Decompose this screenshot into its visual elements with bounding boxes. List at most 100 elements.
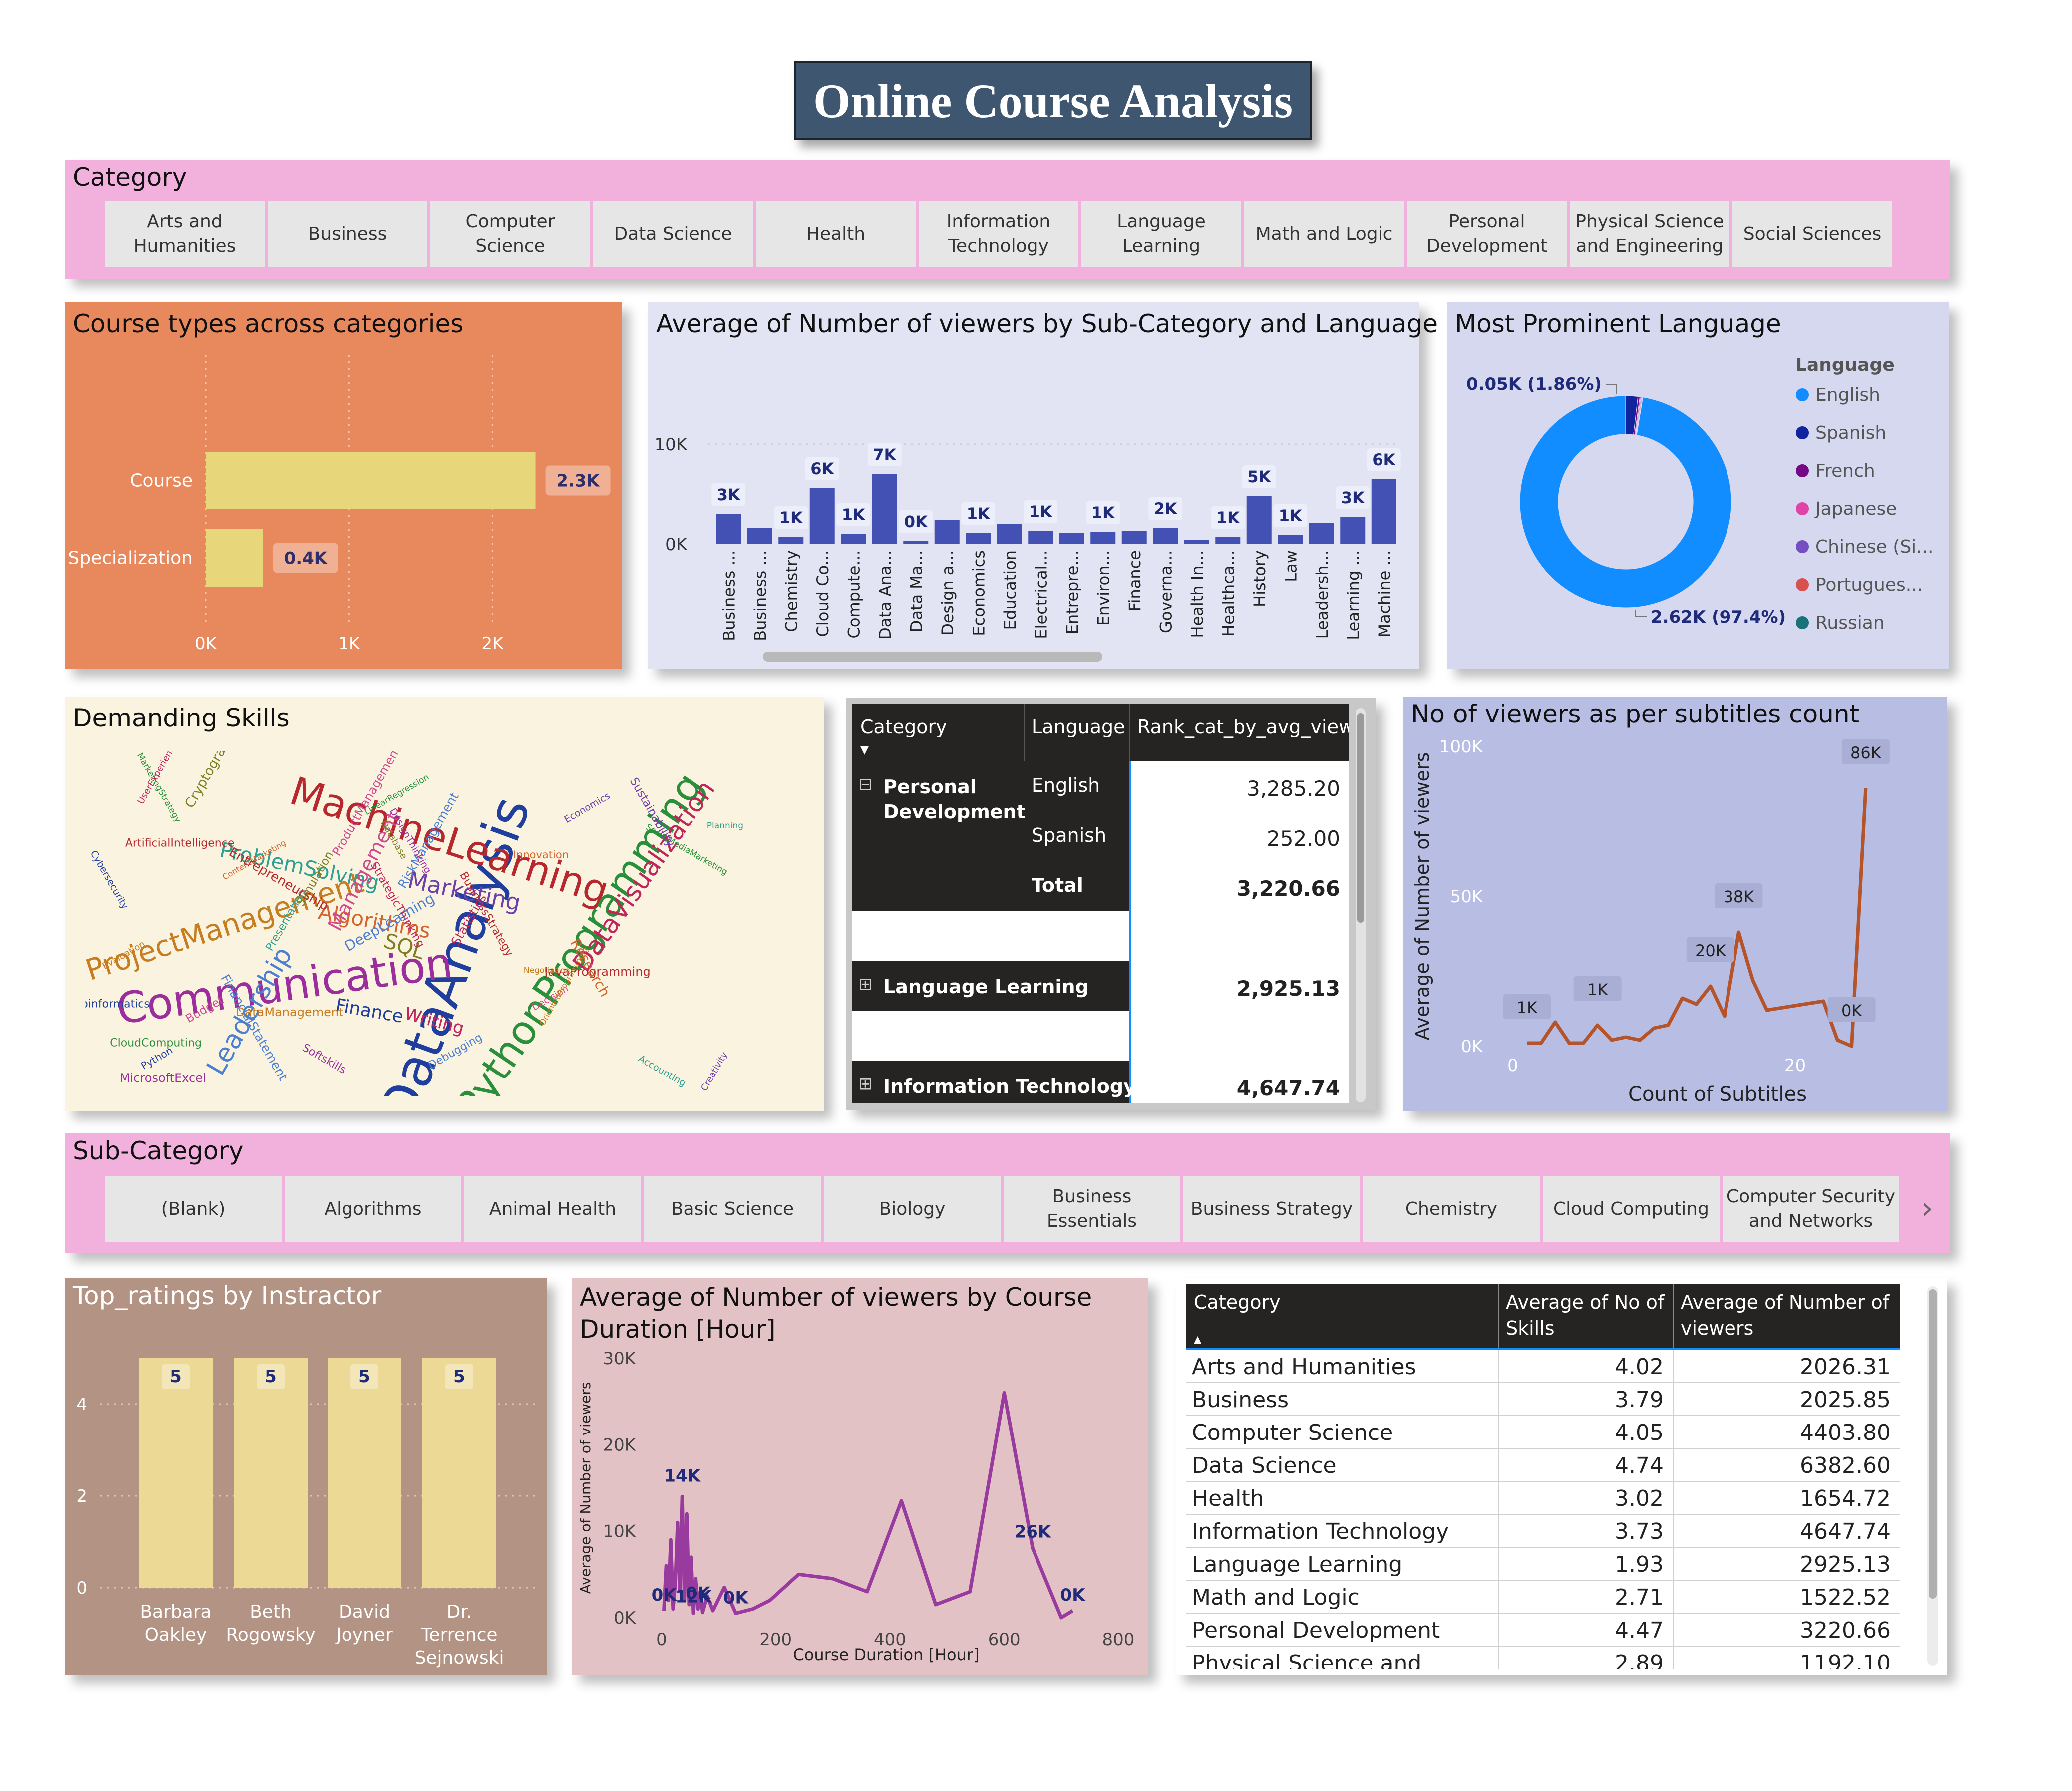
category-button-health[interactable]: Health (756, 201, 916, 267)
category-button-computer-science[interactable]: Computer Science (430, 201, 590, 267)
course-types-bar[interactable] (206, 452, 536, 509)
language-legend-marker (1796, 578, 1809, 591)
viewers-subcategory-bar[interactable] (997, 524, 1022, 544)
viewers-subcategory-bar[interactable] (966, 533, 991, 544)
category-button-language-learning[interactable]: Language Learning (1081, 201, 1241, 267)
subcategory-button-algorithms[interactable]: Algorithms (285, 1176, 461, 1242)
language-legend-item[interactable]: English (1815, 385, 1880, 405)
table-row[interactable]: Physical Science and 2.89 1192.10 (1186, 1647, 1900, 1669)
table-divider (1673, 1383, 1674, 1416)
subcategory-slicer-title: Sub-Category (73, 1136, 244, 1165)
viewers-subcategory-bar[interactable] (1153, 528, 1178, 544)
language-legend-item[interactable]: Spanish (1815, 423, 1886, 443)
language-legend-item[interactable]: French (1815, 461, 1875, 481)
subcategory-button-basic-science[interactable]: Basic Science (644, 1176, 821, 1242)
category-button-business[interactable]: Business (268, 201, 427, 267)
language-legend-item[interactable]: Russian (1815, 613, 1885, 633)
viewers-subcategory-data-label: 1K (1029, 502, 1053, 521)
viewers-subcategory-bar[interactable] (1059, 533, 1084, 544)
viewers-subcategory-bar[interactable] (1184, 540, 1209, 544)
duration-line[interactable] (662, 1391, 1074, 1620)
language-legend-item[interactable]: Chinese (Si... (1815, 537, 1934, 557)
subcategory-button-cloud-computing[interactable]: Cloud Computing (1543, 1176, 1720, 1242)
viewers-subcategory-bar[interactable] (1309, 523, 1334, 544)
category-button-arts-and-humanities[interactable]: Arts and Humanities (105, 201, 265, 267)
viewers-subcategory-bar[interactable] (1340, 517, 1366, 544)
subcategory-button-biology[interactable]: Biology (824, 1176, 1001, 1242)
viewers-subcategory-bar[interactable] (716, 514, 741, 544)
viewers-subcategory-bar[interactable] (1246, 496, 1272, 544)
viewers-subcategory-bar[interactable] (1278, 535, 1303, 544)
viewers-subcategory-bar[interactable] (872, 474, 897, 544)
category-button-math-and-logic[interactable]: Math and Logic (1244, 201, 1404, 267)
viewers-subcategory-bar[interactable] (778, 537, 804, 544)
viewers-subcategory-bar[interactable] (1371, 479, 1396, 544)
collapse-icon[interactable]: ⊟ (858, 774, 873, 794)
duration-line-chart: 0K10K20K30K0 200 400 600 800Course Duration … (577, 1349, 1134, 1664)
table-row[interactable]: Health 3.02 1654.72 (1186, 1482, 1900, 1515)
subcategory-button-blank[interactable]: (Blank) (105, 1176, 282, 1242)
subtitles-line[interactable] (1527, 788, 1868, 1048)
pivot-row[interactable]: Total 3,220.66 (852, 861, 1349, 911)
viewers-subcategory-bar[interactable] (903, 541, 929, 544)
table-row[interactable]: Arts and Humanities 4.02 2026.31 (1186, 1350, 1900, 1383)
table-row[interactable]: Personal Development 4.47 3220.66 (1186, 1614, 1900, 1647)
viewers-subcategory-data-label: 1K (1216, 508, 1240, 527)
language-legend-item[interactable]: Portugues... (1815, 575, 1923, 595)
pivot-row[interactable]: ⊞ Information Technology 4,647.74 (852, 1061, 1349, 1103)
language-legend-item[interactable]: Japanese (1814, 499, 1897, 519)
viewers-subcategory-bar[interactable] (1215, 537, 1241, 544)
viewers-subcategory-scrollbar[interactable] (763, 652, 1102, 662)
instructors-bar[interactable] (234, 1358, 308, 1588)
instructors-bar[interactable] (422, 1358, 496, 1588)
pivot-header-cell[interactable]: Category (860, 716, 947, 738)
table-category-cell: Information Technology (1192, 1519, 1449, 1544)
table-row[interactable]: Language Learning 1.93 2925.13 (1186, 1548, 1900, 1581)
language-legend-marker (1796, 540, 1809, 553)
subcategory-button-computer-security-and-networks[interactable]: Computer Security and Networks (1723, 1176, 1899, 1242)
pivot-row[interactable]: Spanish 252.00 (852, 811, 1349, 861)
viewers-subcategory-bar[interactable] (1028, 531, 1053, 544)
subcategory-button-chemistry[interactable]: Chemistry (1363, 1176, 1540, 1242)
viewers-subcategory-bar[interactable] (747, 528, 772, 544)
category-button-data-science[interactable]: Data Science (593, 201, 753, 267)
category-button-social-sciences[interactable]: Social Sciences (1732, 201, 1892, 267)
table-row[interactable]: Computer Science 4.05 4403.80 (1186, 1416, 1900, 1449)
chevron-right-icon[interactable]: › (1912, 1188, 1942, 1228)
subcategory-button-business-strategy[interactable]: Business Strategy (1183, 1176, 1360, 1242)
course-types-bar[interactable] (206, 529, 263, 587)
pivot-header-cell[interactable]: Rank_cat_by_avg_view (1137, 716, 1349, 738)
table-divider (1498, 1383, 1499, 1416)
subcategory-button-animal-health[interactable]: Animal Health (464, 1176, 641, 1242)
subtitles-ytick-label: 50K (1450, 887, 1483, 907)
table-row[interactable]: Business 3.79 2025.85 (1186, 1383, 1900, 1416)
category-button-personal-development[interactable]: Personal Development (1407, 201, 1567, 267)
expand-icon[interactable]: ⊞ (858, 1074, 873, 1094)
category-button-physical-science-and-engineering[interactable]: Physical Science and Engineering (1570, 201, 1729, 267)
instructors-bar[interactable] (328, 1358, 401, 1588)
table-row[interactable]: Math and Logic 2.71 1522.52 (1186, 1581, 1900, 1614)
subcategory-button-business-essentials[interactable]: Business Essentials (1004, 1176, 1180, 1242)
viewers-subcategory-bar[interactable] (1090, 532, 1116, 544)
sort-desc-icon[interactable]: ▼ (860, 744, 869, 756)
table-header-cell[interactable]: Average of Number of viewers (1681, 1289, 1893, 1341)
pivot-header-cell[interactable]: Language (1032, 716, 1125, 738)
table-skills-cell: 4.05 (1615, 1420, 1664, 1445)
pivot-row[interactable]: ⊟ Personal Development English 3,285.20 (852, 761, 1349, 823)
table-header-cell[interactable]: Average of No of Skills (1506, 1289, 1666, 1341)
expand-icon[interactable]: ⊞ (858, 974, 873, 994)
viewers-subcategory-bar[interactable] (1121, 531, 1147, 544)
table-row[interactable]: Data Science 4.74 6382.60 (1186, 1449, 1900, 1482)
viewers-subcategory-bar[interactable] (934, 520, 960, 544)
pivot-scrollbar[interactable] (1356, 708, 1366, 1102)
sort-asc-icon[interactable]: ▲ (1194, 1333, 1201, 1345)
viewers-subcategory-bar[interactable] (841, 534, 866, 544)
table-header-cell[interactable]: Category (1194, 1289, 1491, 1315)
category-button-information-technology[interactable]: Information Technology (919, 201, 1078, 267)
table-row[interactable]: Information Technology 3.73 4647.74 (1186, 1515, 1900, 1548)
pivot-row[interactable]: ⊞ Language Learning 2,925.13 (852, 961, 1349, 1011)
table-divider (1673, 1416, 1674, 1449)
viewers-subcategory-bar[interactable] (809, 488, 835, 544)
instructors-bar[interactable] (139, 1358, 213, 1588)
table-scrollbar[interactable] (1927, 1286, 1938, 1666)
